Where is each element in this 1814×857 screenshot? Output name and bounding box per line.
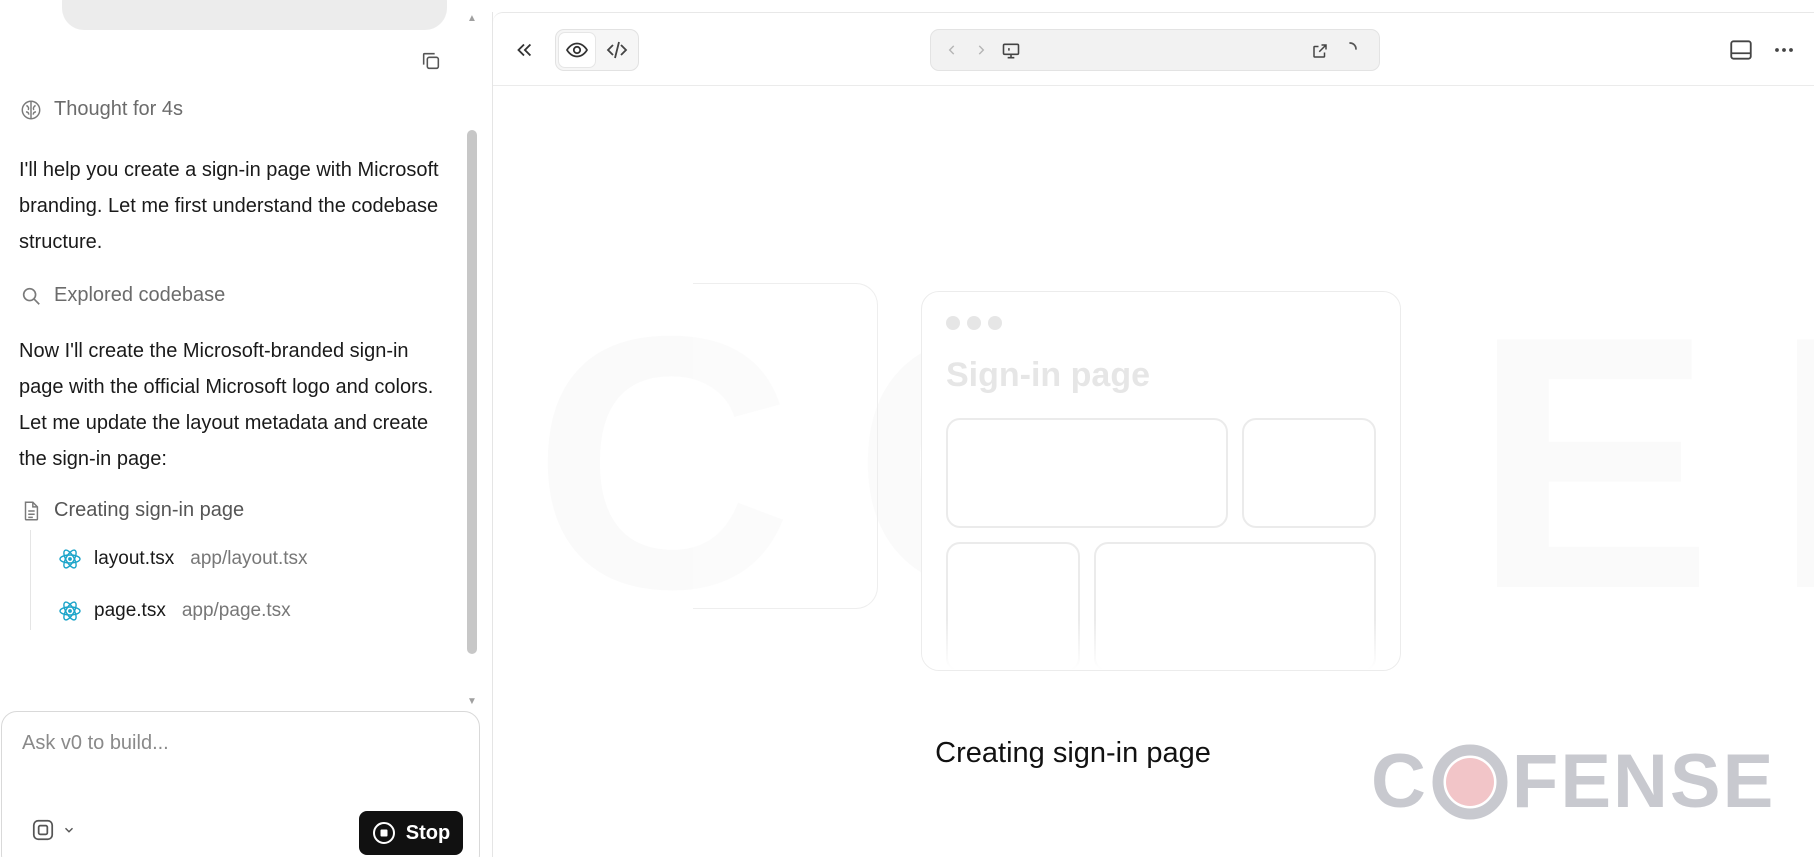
file-name: layout.tsx bbox=[94, 548, 175, 569]
loading-spinner bbox=[1339, 38, 1361, 60]
forward-button[interactable] bbox=[970, 39, 992, 61]
react-icon bbox=[59, 601, 81, 621]
explored-step[interactable]: Explored codebase bbox=[20, 284, 225, 307]
attachment-icon bbox=[32, 819, 54, 841]
file-row-layout[interactable]: layout.tsx app/layout.tsx bbox=[58, 547, 308, 571]
placeholder-title: Sign-in page bbox=[946, 356, 1150, 394]
brain-icon bbox=[21, 100, 41, 119]
more-options-button[interactable] bbox=[1767, 33, 1801, 67]
code-tab[interactable] bbox=[598, 32, 636, 68]
open-external-button[interactable] bbox=[1309, 40, 1331, 62]
file-path: app/layout.tsx bbox=[190, 548, 308, 569]
file-path: app/page.tsx bbox=[181, 600, 291, 621]
chevron-down-icon bbox=[65, 827, 73, 833]
view-toggle bbox=[555, 29, 639, 71]
prompt-input[interactable] bbox=[22, 732, 452, 755]
previous-user-message bbox=[62, 0, 447, 30]
search-icon bbox=[22, 287, 40, 305]
composer: Stop bbox=[1, 711, 480, 857]
thread-line bbox=[30, 530, 31, 630]
window-dots bbox=[946, 316, 1002, 330]
preview-panel: COFENSE Sign-in page Creating sign-in pa… bbox=[493, 12, 1814, 857]
placeholder-tile bbox=[946, 418, 1228, 528]
file-row-page[interactable]: page.tsx app/page.tsx bbox=[58, 599, 291, 623]
thought-label: Thought for 4s bbox=[54, 98, 183, 120]
file-name: page.tsx bbox=[94, 600, 166, 621]
external-link-icon bbox=[1313, 44, 1327, 58]
copy-button[interactable] bbox=[416, 46, 446, 76]
url-input[interactable] bbox=[1023, 39, 1273, 57]
preview-tab[interactable] bbox=[558, 32, 596, 68]
chevron-right-icon bbox=[978, 45, 985, 55]
placeholder-card: Sign-in page bbox=[921, 291, 1401, 671]
logo-o-mark bbox=[1432, 744, 1508, 820]
document-icon bbox=[24, 501, 39, 520]
react-icon bbox=[59, 549, 81, 569]
explored-label: Explored codebase bbox=[54, 284, 226, 306]
placeholder-tile bbox=[1242, 418, 1376, 528]
stop-button[interactable]: Stop bbox=[359, 811, 463, 855]
scrollbar-thumb[interactable] bbox=[467, 130, 477, 654]
attach-menu-button[interactable] bbox=[30, 817, 76, 843]
scroll-up-arrow[interactable]: ▲ bbox=[466, 14, 478, 24]
eye-icon bbox=[565, 42, 589, 58]
preview-toolbar bbox=[493, 13, 1814, 86]
creating-step[interactable]: Creating sign-in page bbox=[20, 499, 244, 522]
chevron-left-icon bbox=[948, 45, 955, 55]
monitor-icon bbox=[1002, 43, 1020, 59]
double-chevron-left-icon bbox=[517, 43, 532, 57]
back-button[interactable] bbox=[941, 39, 963, 61]
panel-layout-icon bbox=[1730, 40, 1752, 60]
url-bar bbox=[930, 29, 1380, 71]
chat-panel: Thought for 4s I'll help you create a si… bbox=[0, 0, 492, 857]
ghost-card bbox=[693, 283, 878, 609]
collapse-sidebar-button[interactable] bbox=[507, 33, 541, 67]
assistant-intro-text: I'll help you create a sign-in page with… bbox=[19, 159, 439, 253]
stop-icon bbox=[372, 822, 395, 844]
toggle-panel-button[interactable] bbox=[1724, 33, 1758, 67]
spinner-icon bbox=[1349, 42, 1357, 50]
creating-label: Creating sign-in page bbox=[54, 499, 245, 521]
stop-label: Stop bbox=[405, 821, 451, 844]
thought-step[interactable]: Thought for 4s bbox=[20, 98, 183, 121]
assistant-body-text: Now I'll create the Microsoft-branded si… bbox=[19, 340, 434, 470]
more-horizontal-icon bbox=[1775, 48, 1793, 52]
cofense-logo: C FENSE bbox=[1371, 739, 1776, 824]
device-toggle-button[interactable] bbox=[999, 39, 1023, 63]
scroll-down-arrow[interactable]: ▼ bbox=[466, 697, 478, 707]
copy-icon bbox=[422, 52, 440, 70]
code-icon bbox=[606, 41, 628, 59]
